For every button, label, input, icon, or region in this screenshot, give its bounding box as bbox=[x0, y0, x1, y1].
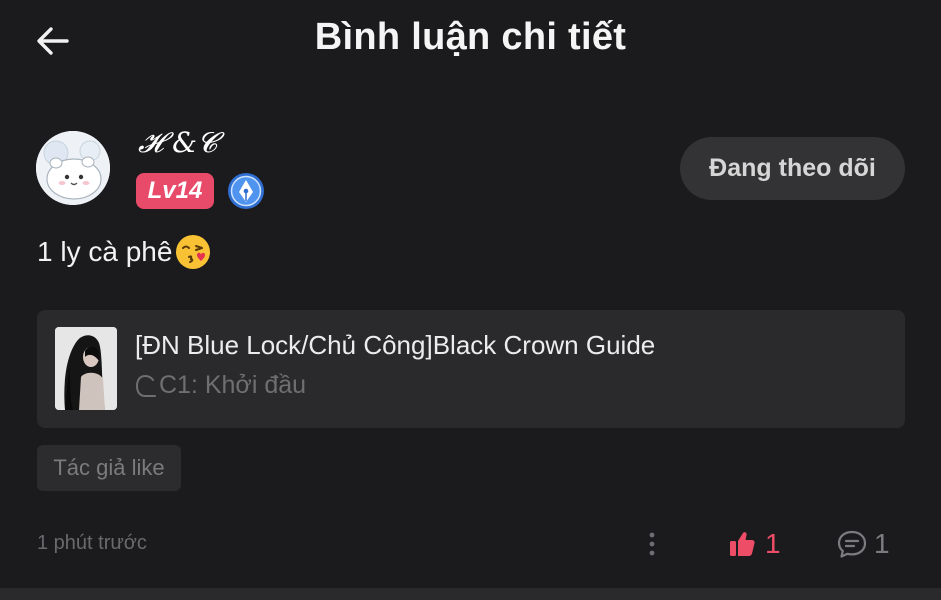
like-button[interactable]: 1 bbox=[728, 524, 781, 564]
following-button[interactable]: Đang theo dõi bbox=[680, 137, 905, 200]
level-badge: Lv14 bbox=[136, 173, 214, 209]
comment-timestamp: 1 phút trước bbox=[37, 532, 147, 554]
more-options-button[interactable] bbox=[640, 528, 664, 560]
comment-text: 1 ly cà phê bbox=[37, 236, 173, 267]
chapter-info: C1: Khởi đầu bbox=[135, 371, 306, 400]
book-cover-image bbox=[55, 327, 117, 410]
comment-body: 1 ly cà phê bbox=[37, 233, 212, 271]
reply-count: 1 bbox=[874, 528, 890, 559]
hamster-avatar-image bbox=[36, 131, 110, 205]
reply-button[interactable]: 1 bbox=[836, 524, 890, 564]
book-title: [ĐN Blue Lock/Chủ Công]Black Crown Guide bbox=[135, 330, 656, 360]
header-bar: Bình luận chi tiết bbox=[0, 0, 941, 84]
chapter-bookmark-icon bbox=[135, 374, 156, 397]
book-card[interactable]: [ĐN Blue Lock/Chủ Công]Black Crown Guide… bbox=[37, 310, 905, 428]
comment-bubble-icon bbox=[837, 530, 867, 558]
author-liked-tag: Tác giả like bbox=[37, 445, 181, 491]
thumbs-up-icon bbox=[730, 532, 755, 556]
username[interactable]: 𝓗 &𝓒 bbox=[138, 126, 217, 160]
kissing-face-emoji bbox=[176, 235, 211, 269]
fountain-pen-badge-icon bbox=[227, 172, 265, 210]
more-vertical-icon bbox=[649, 532, 655, 556]
chapter-label: C1: Khởi đầu bbox=[159, 371, 307, 399]
like-count: 1 bbox=[765, 528, 781, 559]
avatar[interactable] bbox=[36, 131, 110, 205]
bottom-divider bbox=[0, 588, 941, 600]
page-title: Bình luận chi tiết bbox=[314, 16, 627, 58]
